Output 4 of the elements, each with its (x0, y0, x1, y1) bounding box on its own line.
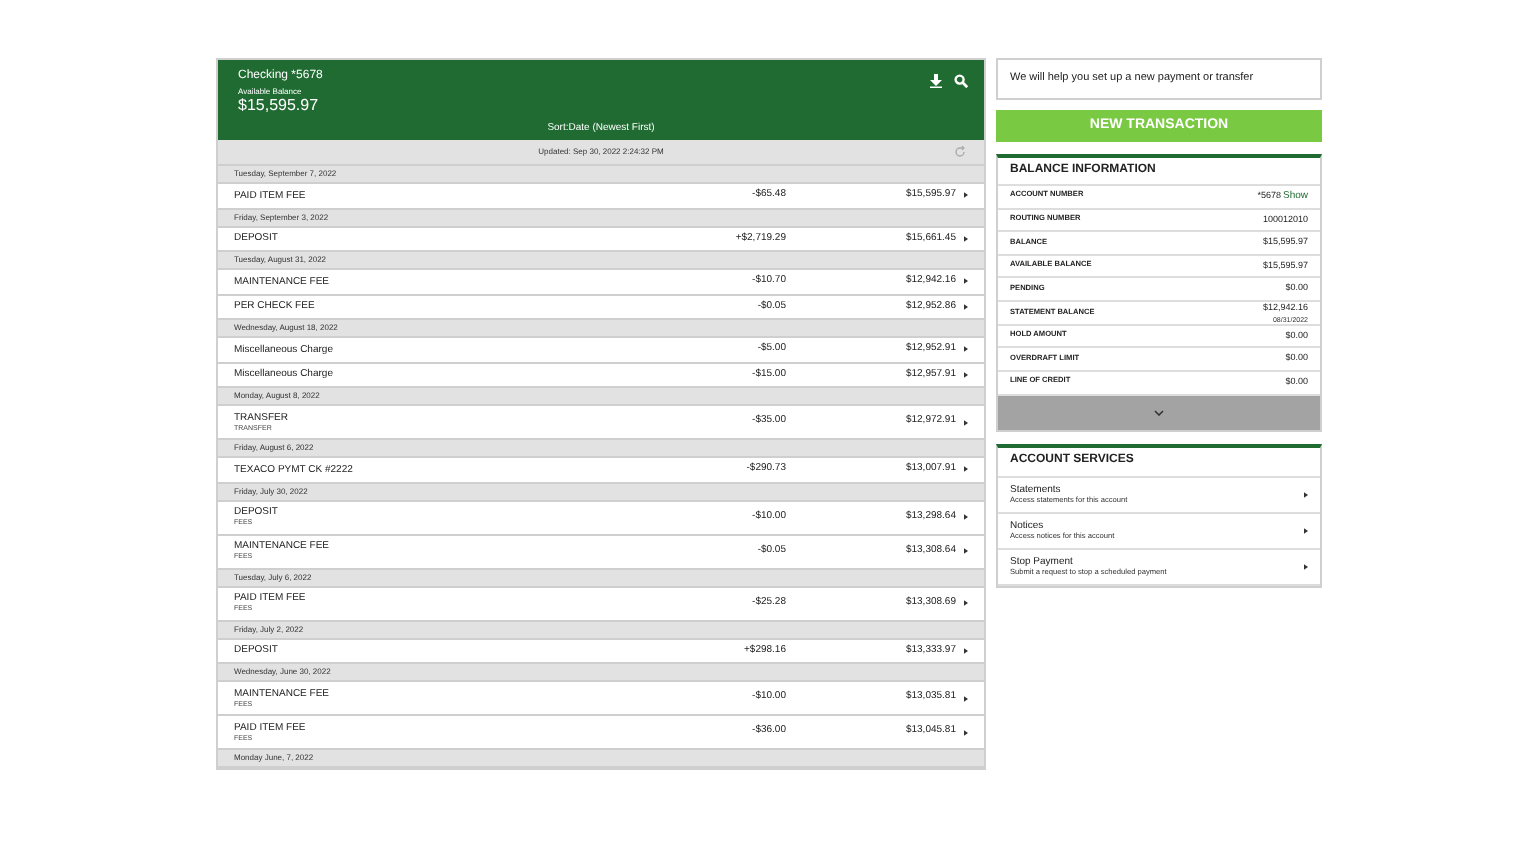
search-icon[interactable] (954, 74, 968, 88)
download-icon[interactable] (930, 74, 942, 88)
available-balance: $15,595.97 (238, 96, 319, 114)
chevron-down-icon[interactable] (1154, 409, 1164, 415)
